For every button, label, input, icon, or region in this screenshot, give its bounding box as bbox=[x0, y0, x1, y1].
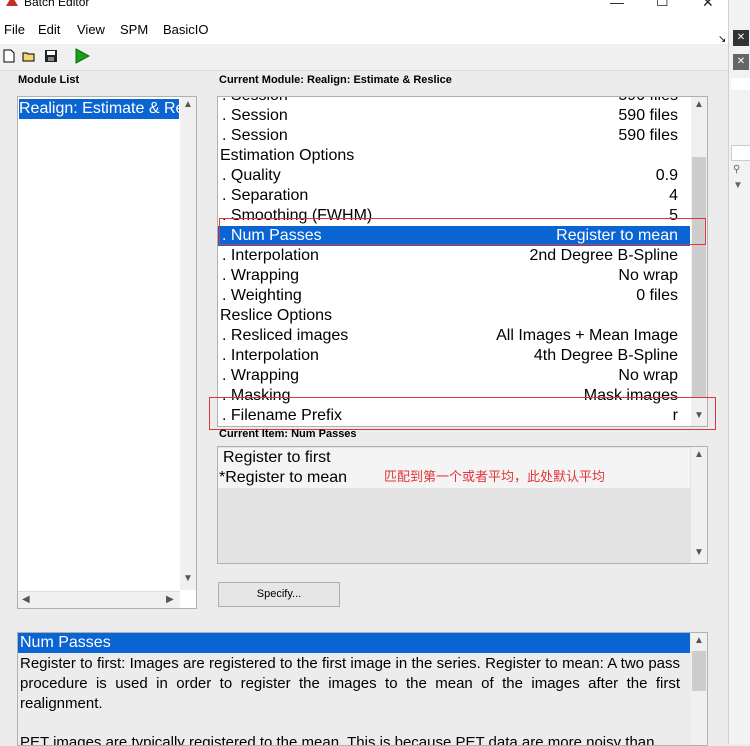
help-paragraph-2: PET images are typically registered to t… bbox=[20, 734, 655, 746]
scroll-left-icon[interactable]: ◀ bbox=[22, 594, 30, 605]
module-row-value: 590 files bbox=[618, 127, 678, 144]
module-row[interactable]: . Resliced images All Images + Mean Image bbox=[218, 326, 690, 346]
menu-file[interactable]: File bbox=[4, 22, 25, 37]
menu-bar: File Edit View SPM BasicIO ↘ bbox=[0, 12, 728, 45]
module-row-value: 590 files bbox=[618, 107, 678, 124]
menu-spm[interactable]: SPM bbox=[120, 22, 148, 37]
item-vscroll[interactable]: ▲ ▼ bbox=[691, 447, 707, 563]
module-row[interactable]: Estimation Options bbox=[218, 146, 690, 166]
background-field bbox=[731, 145, 750, 161]
scroll-up-icon[interactable]: ▲ bbox=[183, 99, 193, 110]
module-row-label: . Wrapping bbox=[222, 367, 300, 384]
background-chevron-icon: ▼ bbox=[733, 180, 743, 191]
current-item-options[interactable]: Register to first *Register to mean 匹配到第… bbox=[217, 446, 708, 564]
scroll-down-icon[interactable]: ▼ bbox=[694, 547, 704, 558]
module-row-label: . Session bbox=[222, 97, 288, 106]
option-label: Register to first bbox=[223, 449, 331, 466]
option-label: *Register to mean bbox=[219, 469, 348, 486]
main-area: Module List Realign: Estimate & Re ▲ ▼ ◀… bbox=[0, 71, 728, 746]
run-icon[interactable] bbox=[74, 48, 90, 64]
help-panel[interactable]: Num Passes Register to first: Images are… bbox=[17, 632, 708, 746]
current-module-list[interactable]: . Session590 files. Session590 files. Se… bbox=[217, 96, 708, 427]
module-row[interactable]: . Interpolation 2nd Degree B-Spline bbox=[218, 246, 690, 266]
module-row-value: 4th Degree B-Spline bbox=[533, 347, 678, 364]
option-register-to-first[interactable]: Register to first bbox=[218, 448, 690, 468]
module-list-vscroll[interactable]: ▲ ▼ bbox=[180, 97, 196, 590]
matlab-icon bbox=[6, 0, 18, 6]
module-row-value: 590 files bbox=[618, 97, 678, 106]
background-close-icon-2: ✕ bbox=[733, 54, 749, 70]
module-row[interactable]: . Session 590 files bbox=[218, 126, 690, 146]
save-icon[interactable] bbox=[44, 49, 58, 63]
specify-button[interactable]: Specify... bbox=[218, 582, 340, 607]
module-row[interactable]: . Session 590 files bbox=[218, 106, 690, 126]
toolbar bbox=[0, 44, 728, 71]
module-vscroll[interactable]: ▲ ▼ bbox=[691, 97, 707, 426]
module-row[interactable]: . Quality 0.9 bbox=[218, 166, 690, 186]
module-row-label: . Interpolation bbox=[222, 347, 319, 364]
background-window-strip: ✕ ✕ ⚲ ▼ bbox=[728, 0, 750, 744]
module-row-label: . Separation bbox=[222, 187, 309, 204]
module-row-value: 4 bbox=[669, 187, 678, 204]
module-list-hscroll[interactable]: ◀ ▶ bbox=[18, 591, 180, 608]
help-title: Num Passes bbox=[18, 633, 690, 653]
module-row-value: No wrap bbox=[618, 367, 678, 384]
menu-view[interactable]: View bbox=[77, 22, 105, 37]
module-row-value: No wrap bbox=[618, 267, 678, 284]
scroll-down-icon[interactable]: ▼ bbox=[183, 573, 193, 584]
module-row[interactable]: . Session 590 files bbox=[218, 97, 690, 106]
maximize-icon[interactable]: ☐ bbox=[656, 0, 669, 10]
menu-basicio[interactable]: BasicIO bbox=[163, 22, 209, 37]
module-row[interactable]: . Interpolation 4th Degree B-Spline bbox=[218, 346, 690, 366]
module-row-label: . Weighting bbox=[222, 287, 302, 304]
module-rows: . Session590 files. Session590 files. Se… bbox=[218, 97, 690, 426]
module-row-label: . Session bbox=[222, 127, 288, 144]
module-row[interactable]: . Weighting 0 files bbox=[218, 286, 690, 306]
scroll-up-icon[interactable]: ▲ bbox=[694, 99, 704, 110]
scroll-right-icon[interactable]: ▶ bbox=[166, 594, 174, 605]
scroll-up-icon[interactable]: ▲ bbox=[694, 635, 704, 646]
minimize-icon[interactable]: — bbox=[610, 0, 624, 10]
module-row-value: All Images + Mean Image bbox=[496, 327, 678, 344]
module-row-label: . Interpolation bbox=[222, 247, 319, 264]
module-row-label: . Resliced images bbox=[222, 327, 349, 344]
scroll-up-icon[interactable]: ▲ bbox=[694, 449, 704, 460]
highlight-box-num-passes bbox=[219, 218, 706, 245]
module-list-header: Module List bbox=[18, 74, 80, 86]
module-list[interactable]: Realign: Estimate & Re ▲ ▼ ◀ ▶ bbox=[17, 96, 197, 609]
annotation-note: 匹配到第一个或者平均，此处默认平均 bbox=[384, 470, 606, 485]
module-row-value: 0.9 bbox=[655, 167, 678, 184]
new-file-icon[interactable] bbox=[2, 49, 16, 63]
module-row[interactable]: Reslice Options bbox=[218, 306, 690, 326]
module-row-value: 0 files bbox=[636, 287, 678, 304]
close-icon[interactable]: ✕ bbox=[702, 0, 714, 11]
module-row-label: Reslice Options bbox=[220, 307, 333, 324]
module-row-value: 2nd Degree B-Spline bbox=[529, 247, 678, 264]
module-row-label: Estimation Options bbox=[220, 147, 355, 164]
background-fragment bbox=[731, 78, 750, 90]
current-module-header: Current Module: Realign: Estimate & Resl… bbox=[219, 74, 452, 86]
module-row-label: . Wrapping bbox=[222, 267, 300, 284]
current-item-header: Current Item: Num Passes bbox=[219, 428, 357, 440]
background-close-icon: ✕ bbox=[733, 30, 749, 46]
module-row-label: . Session bbox=[222, 107, 288, 124]
module-row[interactable]: . Separation 4 bbox=[218, 186, 690, 206]
help-title-text: Num Passes bbox=[20, 634, 111, 651]
module-list-item[interactable]: Realign: Estimate & Re bbox=[19, 99, 179, 119]
module-row[interactable]: . Wrapping No wrap bbox=[218, 366, 690, 386]
scroll-thumb[interactable] bbox=[692, 651, 706, 691]
help-paragraph-1: Register to first: Images are registered… bbox=[20, 655, 680, 712]
background-search-icon: ⚲ bbox=[733, 164, 741, 175]
menu-edit[interactable]: Edit bbox=[38, 22, 60, 37]
help-vscroll[interactable]: ▲ bbox=[691, 633, 707, 745]
highlight-box-filename-prefix bbox=[209, 397, 716, 430]
module-row[interactable]: . Wrapping No wrap bbox=[218, 266, 690, 286]
open-folder-icon[interactable] bbox=[22, 49, 36, 63]
title-bar: Batch Editor — ☐ ✕ bbox=[0, 0, 750, 12]
module-row-label: . Quality bbox=[222, 167, 281, 184]
window-title: Batch Editor bbox=[24, 0, 90, 9]
scroll-thumb[interactable] bbox=[692, 157, 706, 397]
